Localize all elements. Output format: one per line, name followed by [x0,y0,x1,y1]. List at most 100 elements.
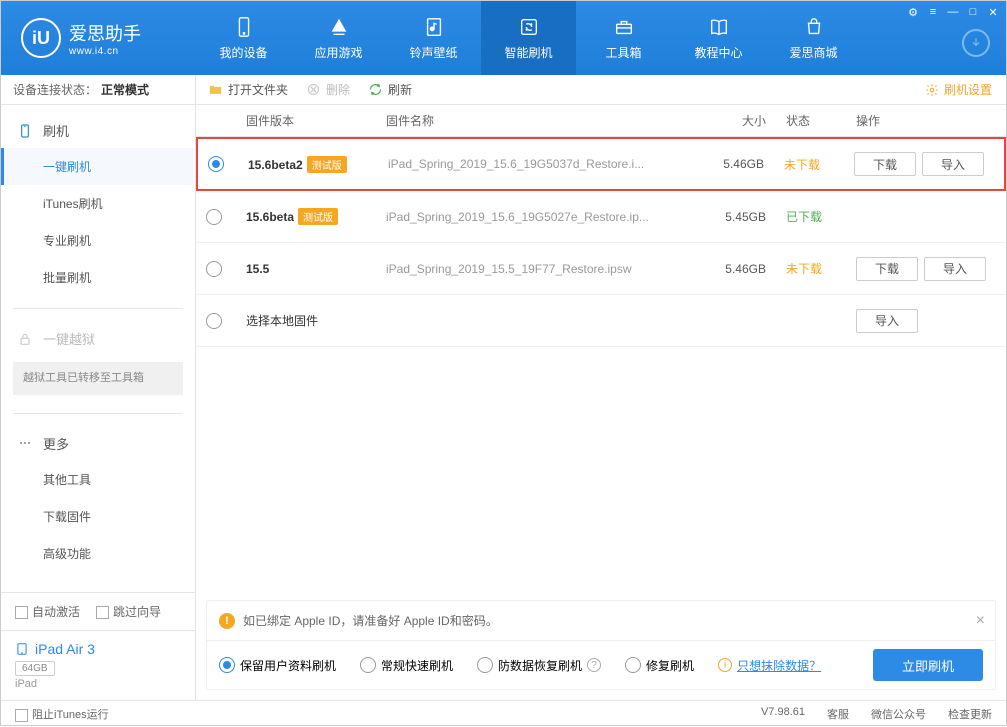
fw-name: iPad_Spring_2019_15.6_19G5037d_Restore.i… [388,157,694,171]
content-area: 打开文件夹 删除 刷新 刷机设置 固件版本 固件名称 大小 状态 操作 15.6… [196,75,1006,700]
select-radio[interactable] [206,261,222,277]
toolbar: 打开文件夹 删除 刷新 刷机设置 [196,75,1006,105]
local-firmware-row[interactable]: 选择本地固件导入 [196,295,1006,347]
fw-name: iPad_Spring_2019_15.6_19G5027e_Restore.i… [386,210,696,224]
close-icon[interactable]: ✕ [986,5,1000,19]
download-button[interactable]: 下载 [856,257,918,281]
col-size: 大小 [696,112,766,129]
firmware-row[interactable]: 15.5iPad_Spring_2019_15.5_19F77_Restore.… [196,243,1006,295]
maximize-icon[interactable]: □ [966,5,980,19]
help-icon[interactable]: ? [587,658,601,672]
firmware-row[interactable]: 15.6beta2测试版iPad_Spring_2019_15.6_19G503… [196,137,1006,191]
app-subtitle: www.i4.cn [69,46,141,57]
gear-icon [925,83,939,97]
fw-status: 未下载 [766,260,836,277]
apps-icon [327,15,351,39]
opt-anti-recovery[interactable]: 防数据恢复刷机? [477,657,601,674]
sidebar-item-oneclick[interactable]: 一键刷机 [1,148,195,185]
sidebar-item-download[interactable]: 下载固件 [1,498,195,535]
connection-status: 设备连接状态：正常模式 [1,75,195,105]
block-itunes-checkbox[interactable]: 阻止iTunes运行 [15,706,109,722]
fw-status: 未下载 [764,156,834,173]
phone-icon [17,123,33,139]
download-button[interactable]: 下载 [854,152,916,176]
notice-panel: ! 如已绑定 Apple ID，请准备好 Apple ID和密码。 × 保留用户… [206,600,996,690]
warning-icon: ! [219,613,235,629]
opt-keep-data[interactable]: 保留用户资料刷机 [219,657,336,674]
nav-apps[interactable]: 应用游戏 [291,1,386,75]
sidebar-item-other[interactable]: 其他工具 [1,461,195,498]
delete-button[interactable]: 删除 [306,81,350,98]
settings-icon[interactable]: ⚙ [906,5,920,19]
sidebar-item-batch[interactable]: 批量刷机 [1,259,195,296]
shop-icon [802,15,826,39]
main-nav: 我的设备 应用游戏 铃声壁纸 智能刷机 工具箱 教程中心 爱思商城 [196,1,861,75]
fw-version: 15.5 [246,262,386,276]
lock-icon [17,331,33,347]
logo-icon: iU [21,18,61,58]
info-icon: i [718,658,732,672]
col-action: 操作 [836,112,996,129]
fw-version: 15.6beta测试版 [246,208,386,225]
sidebar-head-flash[interactable]: 刷机 [1,113,195,148]
firmware-list: 15.6beta2测试版iPad_Spring_2019_15.6_19G503… [196,137,1006,590]
device-name[interactable]: iPad Air 3 [15,641,181,657]
version-label: V7.98.61 [761,706,805,722]
fw-name: iPad_Spring_2019_15.5_19F77_Restore.ipsw [386,262,696,276]
nav-toolbox[interactable]: 工具箱 [576,1,671,75]
footer-wechat[interactable]: 微信公众号 [871,706,926,722]
flash-now-button[interactable]: 立即刷机 [873,649,983,681]
sidebar-head-jailbreak: 一键越狱 [1,321,195,356]
select-radio[interactable] [208,156,224,172]
nav-my-device[interactable]: 我的设备 [196,1,291,75]
footer-support[interactable]: 客服 [827,706,849,722]
refresh-button[interactable]: 刷新 [368,81,412,98]
fw-size: 5.45GB [696,210,766,224]
select-radio[interactable] [206,209,222,225]
menu-icon[interactable]: ≡ [926,5,940,19]
folder-icon [208,82,223,97]
notice-text: 如已绑定 Apple ID，请准备好 Apple ID和密码。 [243,612,498,629]
sidebar: 设备连接状态：正常模式 刷机 一键刷机 iTunes刷机 专业刷机 批量刷机 一… [1,75,196,700]
fw-size: 5.46GB [696,262,766,276]
flash-settings-button[interactable]: 刷机设置 [925,81,992,98]
table-header: 固件版本 固件名称 大小 状态 操作 [196,105,1006,137]
sidebar-item-itunes[interactable]: iTunes刷机 [1,185,195,222]
skip-guide-checkbox[interactable]: 跳过向导 [96,603,161,620]
auto-activate-checkbox[interactable]: 自动激活 [15,603,80,620]
sidebar-head-more[interactable]: 更多 [1,426,195,461]
device-icon [232,15,256,39]
col-name: 固件名称 [386,112,696,129]
app-header: iU 爱思助手 www.i4.cn 我的设备 应用游戏 铃声壁纸 智能刷机 工具… [1,1,1006,75]
select-radio[interactable] [206,313,222,329]
opt-normal[interactable]: 常规快速刷机 [360,657,453,674]
device-info: iPad Air 3 64GB iPad [1,630,195,700]
footer: 阻止iTunes运行 V7.98.61 客服 微信公众号 检查更新 [1,700,1006,727]
opt-repair[interactable]: 修复刷机 [625,657,694,674]
import-button[interactable]: 导入 [922,152,984,176]
music-icon [422,15,446,39]
sidebar-item-pro[interactable]: 专业刷机 [1,222,195,259]
device-type: iPad [15,678,181,690]
footer-update[interactable]: 检查更新 [948,706,992,722]
window-controls: ⚙ ≡ — □ ✕ [906,5,1000,19]
jailbreak-note: 越狱工具已转移至工具箱 [13,362,183,395]
import-button[interactable]: 导入 [856,309,918,333]
nav-ringtone[interactable]: 铃声壁纸 [386,1,481,75]
open-folder-button[interactable]: 打开文件夹 [208,81,288,98]
nav-flash[interactable]: 智能刷机 [481,1,576,75]
erase-data-link[interactable]: i只想抹除数据？ [718,657,821,674]
fw-version: 15.6beta2测试版 [248,156,388,173]
import-button[interactable]: 导入 [924,257,986,281]
minimize-icon[interactable]: — [946,5,960,19]
sidebar-options: 自动激活 跳过向导 [1,592,195,630]
nav-shop[interactable]: 爱思商城 [766,1,861,75]
close-notice-button[interactable]: × [976,612,985,630]
nav-tutorial[interactable]: 教程中心 [671,1,766,75]
downloads-icon[interactable] [962,29,990,57]
sidebar-item-advanced[interactable]: 高级功能 [1,535,195,572]
col-status: 状态 [766,112,836,129]
toolbox-icon [612,15,636,39]
col-version: 固件版本 [246,112,386,129]
firmware-row[interactable]: 15.6beta测试版iPad_Spring_2019_15.6_19G5027… [196,191,1006,243]
